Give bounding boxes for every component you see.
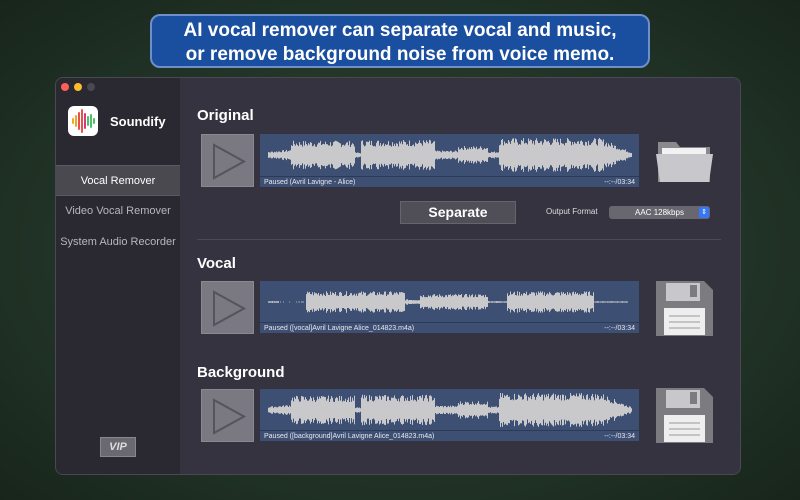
chevron-updown-icon: ⇕ <box>699 207 709 218</box>
promo-banner: AI vocal remover can separate vocal and … <box>150 14 650 68</box>
vip-badge[interactable]: VIP <box>100 437 136 457</box>
banner-line-2: or remove background noise from voice me… <box>185 44 615 65</box>
folder-icon <box>656 142 713 182</box>
vocal-time: --:--/03:34 <box>604 325 635 332</box>
vocal-status: Paused ([vocal]Avril Lavigne Alice_01482… <box>264 325 415 332</box>
original-title: Original <box>197 107 254 124</box>
play-icon <box>213 143 247 180</box>
app-logo-icon <box>68 106 98 136</box>
floppy-save-icon <box>656 388 713 443</box>
app-name: Soundify <box>110 114 166 129</box>
original-status: Paused (Avril Lavigne - Alice) <box>264 179 356 186</box>
original-time: --:--/03:34 <box>604 179 635 186</box>
play-icon <box>213 398 247 435</box>
sidebar-item-video-vocal-remover[interactable]: Video Vocal Remover <box>56 196 180 227</box>
window-controls <box>61 83 95 91</box>
open-folder-button[interactable] <box>656 138 713 189</box>
vocal-title: Vocal <box>197 255 236 272</box>
background-waveform[interactable] <box>260 389 639 431</box>
original-status-bar: Paused (Avril Lavigne - Alice) --:--/03:3… <box>260 176 639 187</box>
background-status-bar: Paused ([background]Avril Lavigne Alice_… <box>260 430 639 441</box>
background-play-button[interactable] <box>201 389 254 442</box>
zoom-button[interactable] <box>87 83 95 91</box>
background-title: Background <box>197 364 285 381</box>
original-waveform[interactable] <box>260 134 639 176</box>
sidebar-item-system-audio-recorder[interactable]: System Audio Recorder <box>56 227 180 258</box>
save-vocal-button[interactable] <box>656 281 713 341</box>
save-background-button[interactable] <box>656 388 713 448</box>
minimize-button[interactable] <box>74 83 82 91</box>
separate-button[interactable]: Separate <box>400 201 516 224</box>
divider <box>197 239 721 240</box>
output-format-select[interactable]: AAC 128kbps ⇕ <box>609 206 710 219</box>
close-button[interactable] <box>61 83 69 91</box>
original-play-button[interactable] <box>201 134 254 187</box>
background-time: --:--/03:34 <box>604 433 635 440</box>
play-icon <box>213 290 247 327</box>
vocal-play-button[interactable] <box>201 281 254 334</box>
background-status: Paused ([background]Avril Lavigne Alice_… <box>264 433 435 440</box>
vocal-status-bar: Paused ([vocal]Avril Lavigne Alice_01482… <box>260 322 639 333</box>
sidebar-item-vocal-remover[interactable]: Vocal Remover <box>56 165 180 196</box>
sidebar: Soundify Vocal Remover Video Vocal Remov… <box>56 78 180 474</box>
output-format-label: Output Format <box>546 207 598 216</box>
output-format-value: AAC 128kbps <box>635 208 684 217</box>
app-window: Soundify Vocal Remover Video Vocal Remov… <box>55 77 741 475</box>
vocal-waveform[interactable] <box>260 281 639 323</box>
floppy-save-icon <box>656 281 713 336</box>
banner-line-1: AI vocal remover can separate vocal and … <box>183 20 617 41</box>
